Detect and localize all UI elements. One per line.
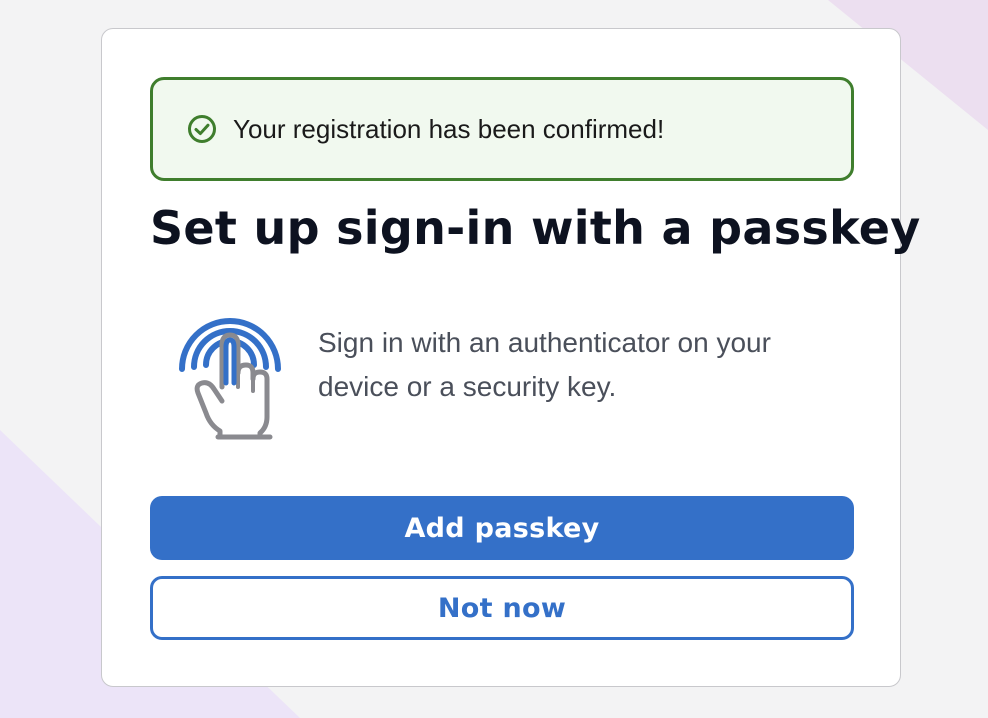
page-title: Set up sign-in with a passkey (150, 201, 921, 255)
add-passkey-button[interactable]: Add passkey (150, 496, 854, 560)
alert-message: Your registration has been confirmed! (233, 113, 665, 144)
fingerprint-touch-icon (174, 287, 286, 443)
passkey-description: Sign in with an authenticator on your de… (318, 327, 771, 402)
success-alert: Your registration has been confirmed! (150, 77, 854, 181)
check-circle-icon (187, 114, 217, 144)
not-now-button[interactable]: Not now (150, 576, 854, 640)
passkey-setup-card: Your registration has been confirmed! Se… (101, 28, 920, 687)
